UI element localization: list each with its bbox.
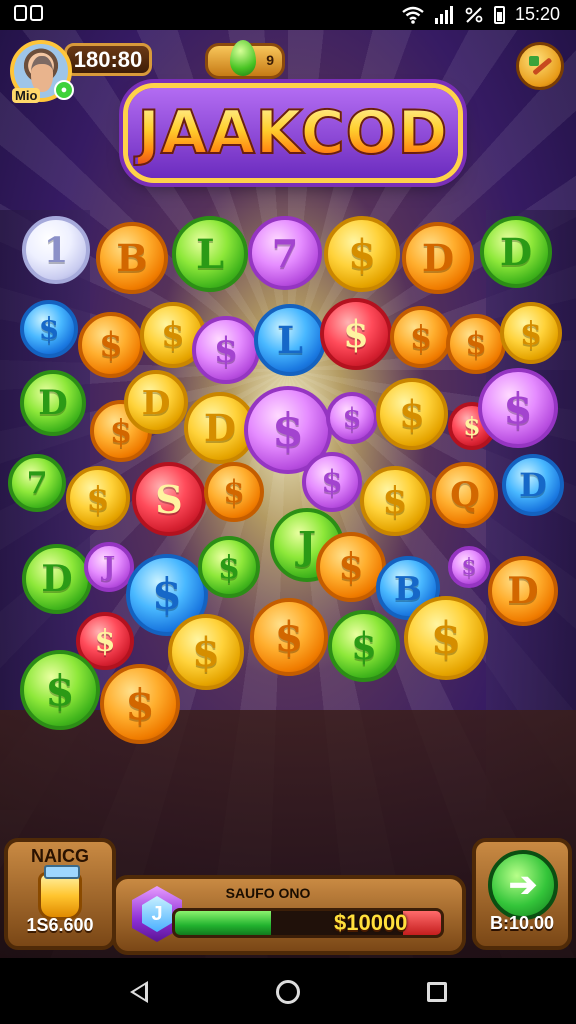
orange-coin[interactable]: $ bbox=[446, 314, 506, 374]
gold-coin[interactable]: $ bbox=[376, 378, 448, 450]
online-badge-icon: ● bbox=[54, 80, 74, 100]
game-title: JAAKCOD bbox=[128, 88, 458, 178]
avatar-face bbox=[31, 56, 53, 92]
purple-coin[interactable]: $ bbox=[192, 316, 260, 384]
status-bar: 15:20 bbox=[0, 0, 576, 30]
blue-coin[interactable]: L bbox=[254, 304, 326, 376]
gold-coin[interactable]: $ bbox=[324, 216, 400, 292]
blue-coin[interactable]: D bbox=[502, 454, 564, 516]
green-coin[interactable]: D bbox=[22, 544, 92, 614]
next-button[interactable]: ➔ B:10.00 bbox=[472, 838, 572, 950]
red-coin[interactable]: S bbox=[132, 462, 206, 536]
purple-coin[interactable]: $ bbox=[326, 392, 378, 444]
score-value: 180:80 bbox=[73, 46, 143, 72]
green-coin[interactable]: L bbox=[172, 216, 248, 292]
white-coin[interactable]: 1 bbox=[22, 216, 90, 284]
progress-end-segment bbox=[403, 911, 441, 935]
orange-coin[interactable]: $ bbox=[390, 306, 452, 368]
orange-coin[interactable]: $ bbox=[78, 312, 144, 378]
arrow-right-icon: ➔ bbox=[488, 850, 558, 920]
orange-coin[interactable]: D bbox=[488, 556, 558, 626]
orange-coin[interactable]: D bbox=[402, 222, 474, 294]
orange-coin[interactable]: $ bbox=[100, 664, 180, 744]
player-name: Mio bbox=[12, 88, 41, 103]
jar-panel-title: NAICG bbox=[31, 846, 89, 866]
score-counter: 180:80 bbox=[64, 43, 152, 76]
gem-counter[interactable]: 9 bbox=[205, 40, 285, 79]
gold-coin[interactable]: $ bbox=[404, 596, 488, 680]
no-data-icon bbox=[465, 6, 483, 23]
progress-value: $10000 bbox=[334, 910, 408, 935]
blue-coin[interactable]: $ bbox=[20, 300, 78, 358]
green-gem-icon bbox=[230, 40, 256, 76]
home-button[interactable] bbox=[276, 980, 300, 1004]
gold-coin[interactable]: D bbox=[124, 370, 188, 434]
orange-coin[interactable]: Q bbox=[432, 462, 498, 528]
tools-button[interactable] bbox=[516, 42, 564, 90]
notification-icon bbox=[14, 5, 43, 21]
recents-button[interactable] bbox=[427, 982, 447, 1002]
green-coin[interactable]: $ bbox=[328, 610, 400, 682]
gold-coin[interactable]: $ bbox=[360, 466, 430, 536]
green-coin[interactable]: $ bbox=[198, 536, 260, 598]
red-coin[interactable]: $ bbox=[320, 298, 392, 370]
purple-coin[interactable]: $ bbox=[302, 452, 362, 512]
status-time: 15:20 bbox=[514, 4, 560, 24]
progress-fill bbox=[175, 911, 271, 935]
gold-coin[interactable]: $ bbox=[500, 302, 562, 364]
next-value: B:10.00 bbox=[489, 913, 555, 933]
green-coin[interactable]: 7 bbox=[8, 454, 66, 512]
gem-badge-symbol: J bbox=[142, 896, 172, 932]
green-coin[interactable]: $ bbox=[20, 650, 100, 730]
gold-coin[interactable]: $ bbox=[66, 466, 130, 530]
wifi-icon bbox=[402, 6, 424, 24]
hammer-icon bbox=[529, 56, 552, 75]
green-coin[interactable]: D bbox=[480, 216, 552, 288]
jar-panel-value: 1S6.600 bbox=[26, 915, 94, 935]
gold-coin[interactable]: $ bbox=[168, 614, 244, 690]
status-right: 15:20 bbox=[402, 4, 560, 25]
navigation-bar bbox=[0, 958, 576, 1024]
orange-coin[interactable]: $ bbox=[250, 598, 328, 676]
purple-coin[interactable]: $ bbox=[478, 368, 558, 448]
game-title-text: JAAKCOD bbox=[137, 97, 449, 169]
purple-coin[interactable]: $ bbox=[448, 546, 490, 588]
coin-jar-icon bbox=[38, 865, 82, 920]
signal-icon bbox=[434, 5, 453, 24]
gem-value: 9 bbox=[266, 52, 274, 68]
orange-coin[interactable]: $ bbox=[204, 462, 264, 522]
purple-coin[interactable]: 7 bbox=[248, 216, 322, 290]
progress-label: SAUFO ONO bbox=[225, 885, 311, 901]
orange-coin[interactable]: B bbox=[96, 222, 168, 294]
battery-icon bbox=[493, 5, 505, 24]
jar-panel[interactable]: NAICG 1S6.600 bbox=[4, 838, 116, 950]
green-coin[interactable]: D bbox=[20, 370, 86, 436]
back-button[interactable] bbox=[130, 981, 148, 1003]
